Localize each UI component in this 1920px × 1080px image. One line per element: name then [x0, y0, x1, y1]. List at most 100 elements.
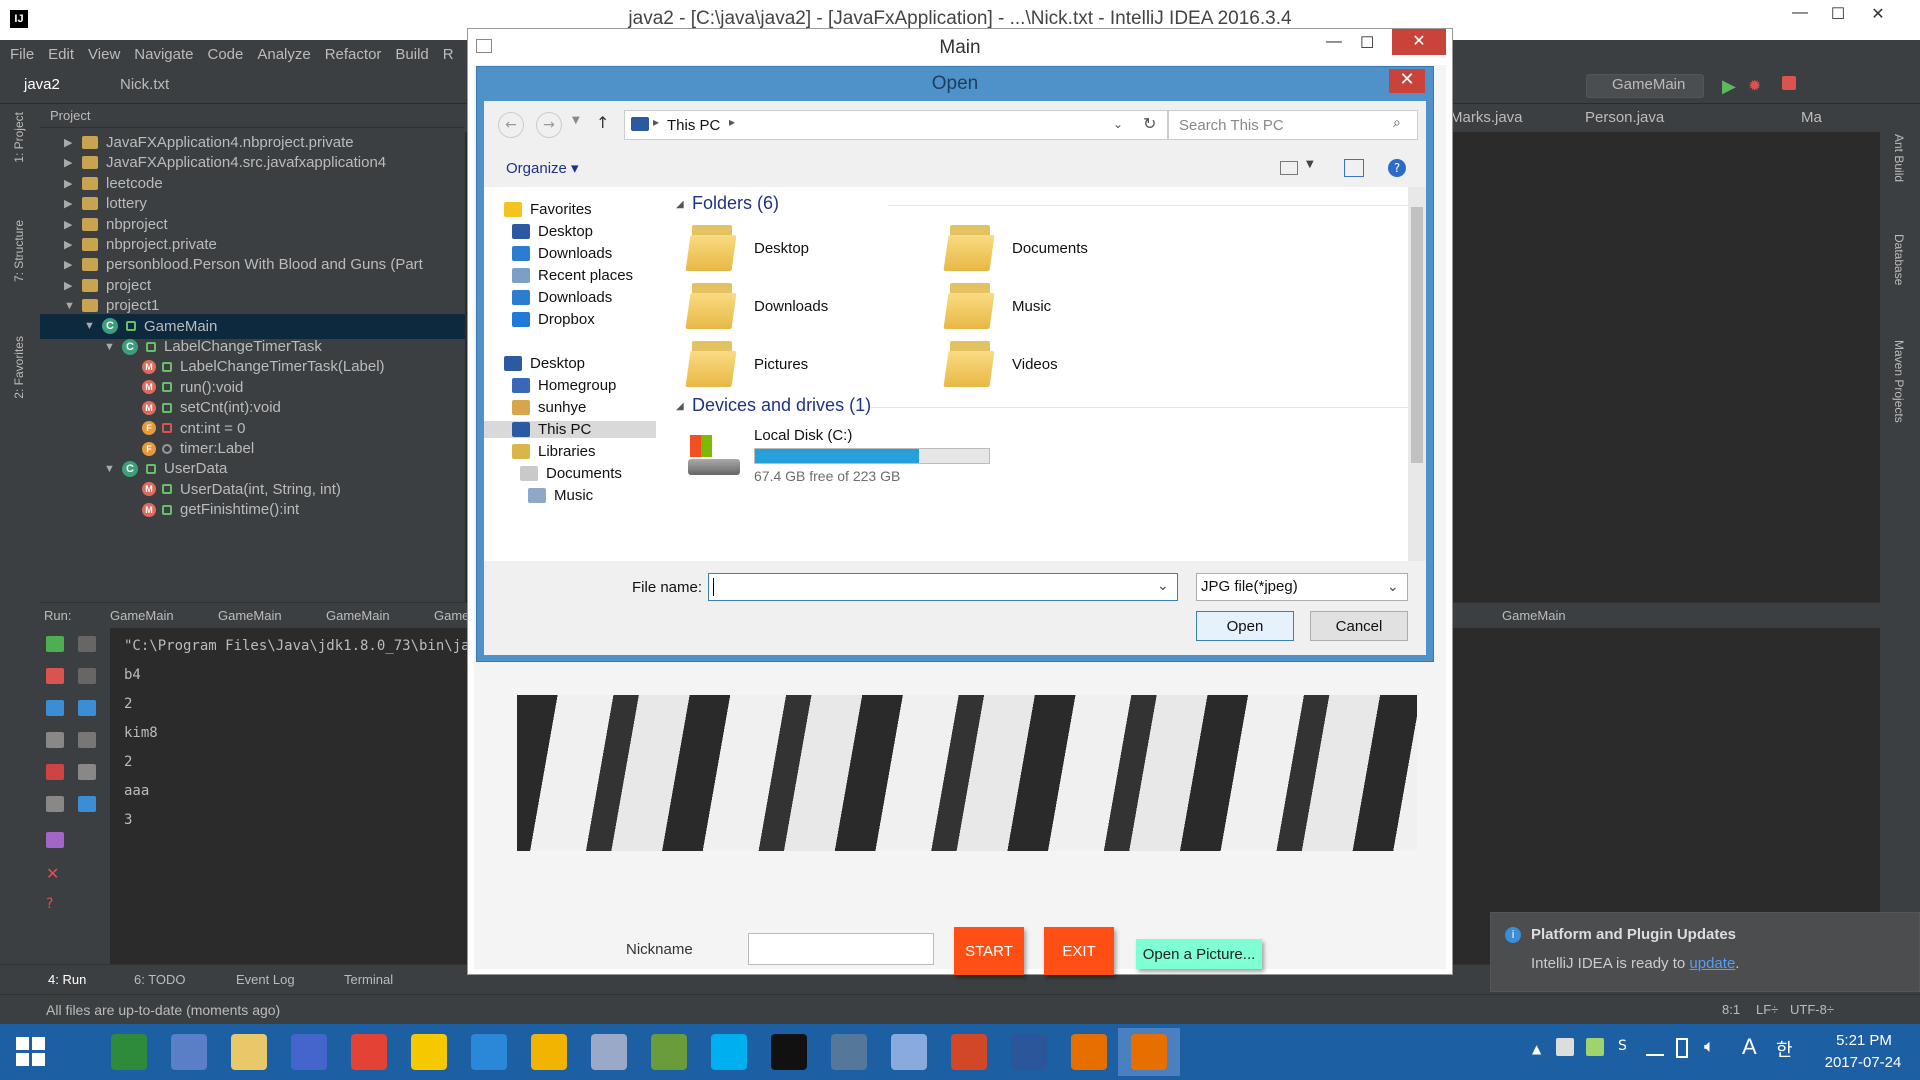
- folder-item[interactable]: Pictures: [685, 339, 808, 389]
- close-icon[interactable]: ✕: [1392, 29, 1446, 55]
- maximize-icon[interactable]: ☐: [1360, 33, 1374, 53]
- status-position[interactable]: 8:1: [1722, 1002, 1740, 1017]
- nav-item[interactable]: Desktop: [504, 355, 585, 372]
- expand-arrow-icon[interactable]: ▶: [64, 238, 76, 251]
- drives-group-header[interactable]: Devices and drives (1): [692, 395, 871, 416]
- chromium-icon[interactable]: [578, 1028, 640, 1076]
- editor-tab-marks[interactable]: Marks.java: [1450, 109, 1523, 126]
- tool-window-ant-build[interactable]: Ant Build: [1892, 134, 1906, 182]
- nav-item[interactable]: Homegroup: [512, 377, 616, 394]
- expand-arrow-icon[interactable]: ▶: [64, 258, 76, 271]
- nickname-input[interactable]: [748, 933, 934, 965]
- expand-arrow-icon[interactable]: ▶: [64, 156, 76, 169]
- run-tab[interactable]: GameMain: [1502, 608, 1566, 623]
- scroll-down-icon[interactable]: [78, 668, 96, 684]
- expand-arrow-icon[interactable]: ▼: [84, 320, 96, 332]
- remote-icon[interactable]: [818, 1028, 880, 1076]
- tool-window-project[interactable]: 1: Project: [12, 112, 26, 163]
- dropbox-icon[interactable]: [1556, 1038, 1574, 1056]
- word-icon[interactable]: [998, 1028, 1060, 1076]
- cube-icon[interactable]: [878, 1028, 940, 1076]
- expand-arrow-icon[interactable]: ▶: [64, 177, 76, 190]
- clock-time[interactable]: 5:21 PM: [1824, 1032, 1904, 1049]
- menu-item[interactable]: File: [10, 46, 34, 63]
- cancel-button[interactable]: Cancel: [1310, 611, 1408, 641]
- folder-item[interactable]: Documents: [943, 223, 1088, 273]
- pause-icon[interactable]: [46, 700, 64, 716]
- local-disk-item[interactable]: Local Disk (C:) 67.4 GB free of 223 GB: [688, 427, 990, 484]
- tool-tab-event-log[interactable]: Event Log: [236, 972, 295, 987]
- up-icon[interactable]: ↑: [596, 113, 609, 132]
- menu-item[interactable]: R: [443, 46, 454, 63]
- clock-date[interactable]: 2017-07-24: [1818, 1054, 1908, 1071]
- chevron-down-icon[interactable]: ⌄: [1157, 578, 1169, 594]
- pen-icon[interactable]: [1586, 1038, 1604, 1056]
- close-icon[interactable]: ✕: [1389, 69, 1425, 93]
- korean-ime-icon[interactable]: 한: [1776, 1036, 1793, 1062]
- exit-button[interactable]: EXIT: [1044, 927, 1114, 975]
- run-tab[interactable]: GameMain: [110, 608, 174, 623]
- expand-arrow-icon[interactable]: ▼: [64, 300, 76, 312]
- run-config-select[interactable]: GameMain: [1612, 76, 1685, 93]
- chevron-down-icon[interactable]: ⌄: [1113, 117, 1123, 131]
- close-icon[interactable]: ✕: [46, 864, 64, 883]
- help-icon[interactable]: ?: [1388, 159, 1406, 177]
- menu-item[interactable]: Code: [207, 46, 243, 63]
- file-explorer-icon[interactable]: [218, 1028, 280, 1076]
- skype-tray-icon[interactable]: S: [1618, 1038, 1627, 1054]
- help-icon[interactable]: [158, 1028, 220, 1076]
- forward-icon[interactable]: →: [536, 112, 562, 138]
- rerun-icon[interactable]: [46, 636, 64, 652]
- breadcrumb-project[interactable]: java2: [24, 76, 60, 93]
- view-options-icon[interactable]: [1280, 161, 1298, 175]
- run-icon[interactable]: ▶: [1722, 76, 1736, 97]
- nav-item[interactable]: Recent places: [512, 267, 633, 284]
- battery-icon[interactable]: [1676, 1038, 1688, 1058]
- java-icon[interactable]: [1058, 1028, 1120, 1076]
- close-icon[interactable]: ✕: [1858, 4, 1898, 28]
- nav-item[interactable]: sunhye: [512, 399, 586, 416]
- open-button[interactable]: Open: [1196, 611, 1294, 641]
- quicktime-icon[interactable]: [278, 1028, 340, 1076]
- ie-icon[interactable]: [458, 1028, 520, 1076]
- back-icon[interactable]: ←: [498, 112, 524, 138]
- expand-arrow-icon[interactable]: ▶: [64, 197, 76, 210]
- nav-item[interactable]: Favorites: [504, 201, 592, 218]
- norton-icon[interactable]: [398, 1028, 460, 1076]
- folder-item[interactable]: Videos: [943, 339, 1058, 389]
- tool-tab-run[interactable]: 4: Run: [48, 972, 86, 987]
- tool-window-database[interactable]: Database: [1892, 234, 1906, 285]
- refresh-icon[interactable]: ↻: [1143, 114, 1156, 133]
- scroll-up-icon[interactable]: [78, 636, 96, 652]
- recent-dropdown-icon[interactable]: ▼: [572, 115, 580, 126]
- help-icon[interactable]: ?: [46, 896, 64, 912]
- update-link[interactable]: update: [1689, 955, 1735, 972]
- chrome-icon[interactable]: [338, 1028, 400, 1076]
- folder-item[interactable]: Downloads: [685, 281, 828, 331]
- tool-window-structure[interactable]: 7: Structure: [12, 220, 26, 282]
- start-button[interactable]: START: [954, 927, 1024, 975]
- editor-tab-person[interactable]: Person.java: [1585, 109, 1664, 126]
- menu-item[interactable]: View: [88, 46, 120, 63]
- windows-start-icon[interactable]: [0, 1028, 62, 1076]
- print-icon[interactable]: [78, 764, 96, 780]
- collapse-icon[interactable]: ◢: [676, 199, 684, 210]
- dump-threads-icon[interactable]: [46, 732, 64, 748]
- menu-item[interactable]: Navigate: [134, 46, 193, 63]
- project-panel-title[interactable]: Project: [50, 108, 90, 123]
- volume-icon[interactable]: 🔈︎: [1704, 1036, 1715, 1057]
- expand-arrow-icon[interactable]: ▶: [64, 279, 76, 292]
- expand-arrow-icon[interactable]: ▶: [64, 136, 76, 149]
- expand-arrow-icon[interactable]: ▶: [64, 218, 76, 231]
- menu-item[interactable]: Refactor: [325, 46, 382, 63]
- file-type-select[interactable]: JPG file(*jpeg) ⌄: [1196, 573, 1408, 601]
- nav-item[interactable]: Desktop: [512, 223, 593, 240]
- tree-node[interactable]: MgetFinishtime():int: [124, 497, 299, 522]
- organize-button[interactable]: Organize ▾: [506, 159, 579, 177]
- tool-window-maven[interactable]: Maven Projects: [1892, 340, 1906, 423]
- address-bar[interactable]: ▸ This PC ▸ ⌄ ↻: [624, 110, 1168, 140]
- preview-pane-icon[interactable]: [1344, 159, 1364, 177]
- collapse-icon[interactable]: ◢: [676, 401, 684, 412]
- minimize-icon[interactable]: —: [1326, 33, 1342, 51]
- tool-window-favorites[interactable]: 2: Favorites: [12, 336, 26, 399]
